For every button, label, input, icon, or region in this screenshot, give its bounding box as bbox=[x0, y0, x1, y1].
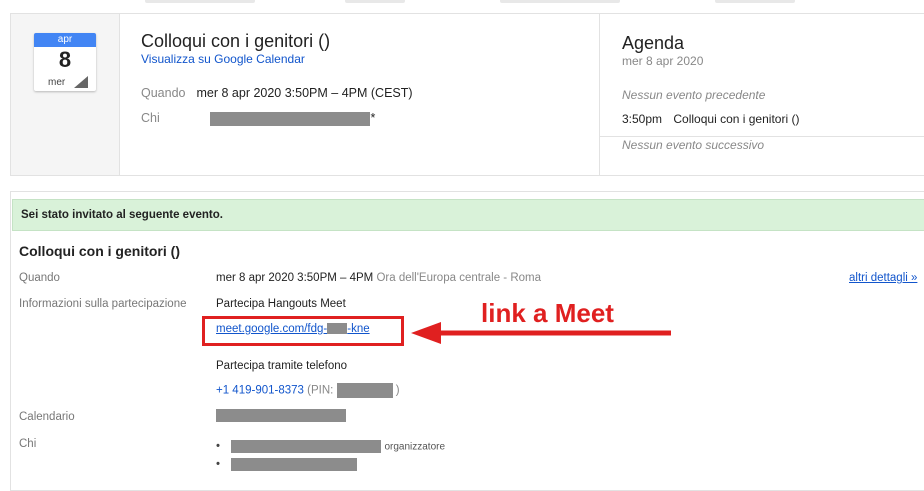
guests-label: Chi bbox=[19, 438, 37, 450]
hangouts-meet-label: Partecipa Hangouts Meet bbox=[216, 298, 346, 310]
event-main: Colloqui con i genitori () Visualizza su… bbox=[141, 30, 591, 126]
calendar-label: Calendario bbox=[19, 411, 75, 423]
no-next-event: Nessun evento successivo bbox=[622, 138, 765, 152]
agenda-panel: Agenda mer 8 apr 2020 Nessun evento prec… bbox=[599, 14, 924, 175]
no-previous-event: Nessun evento precedente bbox=[622, 88, 766, 102]
invite-title: Colloqui con i genitori () bbox=[19, 243, 180, 259]
invite-when-value: mer 8 apr 2020 3:50PM – 4PM bbox=[216, 272, 374, 284]
bullet: • bbox=[216, 458, 221, 471]
toolbar-tab bbox=[145, 0, 255, 3]
invite-when-tz: Ora dell'Europa centrale - Roma bbox=[376, 272, 542, 284]
pin-label: (PIN: bbox=[307, 384, 334, 397]
when-value: mer 8 apr 2020 3:50PM – 4PM (CEST) bbox=[196, 86, 413, 100]
invite-when-row: mer 8 apr 2020 3:50PM – 4PM Ora dell'Eur… bbox=[216, 272, 541, 284]
date-day: 8 bbox=[58, 47, 72, 72]
meet-link-highlight-box bbox=[202, 316, 404, 346]
top-toolbar-strip bbox=[0, 0, 924, 6]
agenda-event-title: Colloqui con i genitori () bbox=[673, 112, 800, 126]
event-who-row: Chi * bbox=[141, 111, 375, 126]
date-weekday: mer bbox=[48, 77, 66, 88]
toolbar-tab bbox=[500, 0, 620, 3]
date-column: apr 8 mer bbox=[11, 14, 120, 175]
guest-item: • organizzatore bbox=[216, 440, 445, 453]
organizer-label: organizzatore bbox=[384, 441, 446, 453]
agenda-title: Agenda bbox=[622, 33, 685, 53]
redacted-guest-2 bbox=[231, 458, 358, 471]
event-summary-card: apr 8 mer Colloqui con i genitori () Vis… bbox=[10, 13, 924, 176]
more-details-link[interactable]: altri dettagli » bbox=[849, 272, 917, 284]
who-suffix: * bbox=[370, 111, 376, 125]
participation-label: Informazioni sulla partecipazione bbox=[19, 298, 187, 310]
phone-row: +1 419-901-8373 (PIN: ) bbox=[216, 383, 400, 398]
bullet: • bbox=[216, 440, 221, 453]
agenda-event-time: 3:50pm bbox=[622, 112, 663, 126]
date-month: apr bbox=[34, 33, 96, 47]
guest-item: • bbox=[216, 458, 358, 471]
redacted-calendar bbox=[216, 409, 346, 422]
agenda-date: mer 8 apr 2020 bbox=[622, 54, 704, 68]
pin-close: ) bbox=[395, 384, 400, 397]
redacted-pin bbox=[336, 383, 393, 398]
phone-number[interactable]: +1 419-901-8373 bbox=[216, 385, 304, 397]
event-when-row: Quando mer 8 apr 2020 3:50PM – 4PM (CEST… bbox=[141, 86, 413, 100]
calendar-date-icon[interactable]: apr 8 mer bbox=[34, 33, 96, 91]
redacted-guest bbox=[210, 111, 371, 126]
event-title: Colloqui con i genitori () bbox=[141, 31, 331, 51]
invite-when-label: Quando bbox=[19, 272, 60, 284]
when-label: Quando bbox=[141, 86, 186, 100]
invite-banner: Sei stato invitato al seguente evento. bbox=[12, 199, 924, 231]
page-curl-icon bbox=[74, 76, 88, 88]
red-arrow-icon bbox=[411, 322, 671, 344]
invite-details: Sei stato invitato al seguente evento. C… bbox=[10, 191, 924, 491]
toolbar-tab bbox=[345, 0, 405, 3]
who-label: Chi bbox=[141, 111, 160, 125]
agenda-event[interactable]: 3:50pm Colloqui con i genitori () bbox=[622, 112, 799, 126]
toolbar-tab bbox=[715, 0, 795, 3]
redacted-organizer bbox=[231, 440, 382, 453]
view-in-calendar-link[interactable]: Visualizza su Google Calendar bbox=[141, 52, 591, 66]
phone-join-label: Partecipa tramite telefono bbox=[216, 360, 348, 372]
agenda-divider bbox=[600, 136, 924, 137]
